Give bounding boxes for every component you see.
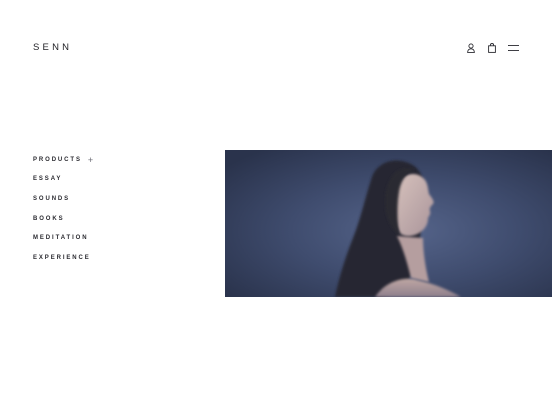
- nav-item-sounds[interactable]: SOUNDS: [33, 189, 93, 209]
- nav-item-essay[interactable]: ESSAY: [33, 170, 93, 190]
- page: SENN PRODUCTS + ESSAY SOUNDS BOOKS MEDIT…: [0, 0, 552, 414]
- nav-item-experience[interactable]: EXPERIENCE: [33, 248, 93, 268]
- header-icons: [466, 42, 519, 53]
- main-nav: PRODUCTS + ESSAY SOUNDS BOOKS MEDITATION…: [33, 150, 93, 268]
- nav-item-label: SOUNDS: [33, 195, 71, 202]
- nav-item-meditation[interactable]: MEDITATION: [33, 228, 93, 248]
- nav-item-label: EXPERIENCE: [33, 254, 91, 261]
- hero-image: [225, 150, 552, 297]
- bag-icon[interactable]: [487, 42, 496, 53]
- nav-item-label: ESSAY: [33, 176, 63, 183]
- portrait-illustration: [225, 150, 552, 297]
- nav-item-label: BOOKS: [33, 215, 65, 222]
- menu-icon[interactable]: [508, 42, 519, 53]
- nav-item-products[interactable]: PRODUCTS +: [33, 150, 93, 170]
- nav-item-label: PRODUCTS: [33, 156, 82, 163]
- nav-item-label: MEDITATION: [33, 235, 89, 242]
- brand-logo[interactable]: SENN: [33, 43, 72, 53]
- user-icon[interactable]: [466, 42, 475, 53]
- nav-item-books[interactable]: BOOKS: [33, 209, 93, 229]
- expand-plus-icon[interactable]: +: [88, 155, 93, 164]
